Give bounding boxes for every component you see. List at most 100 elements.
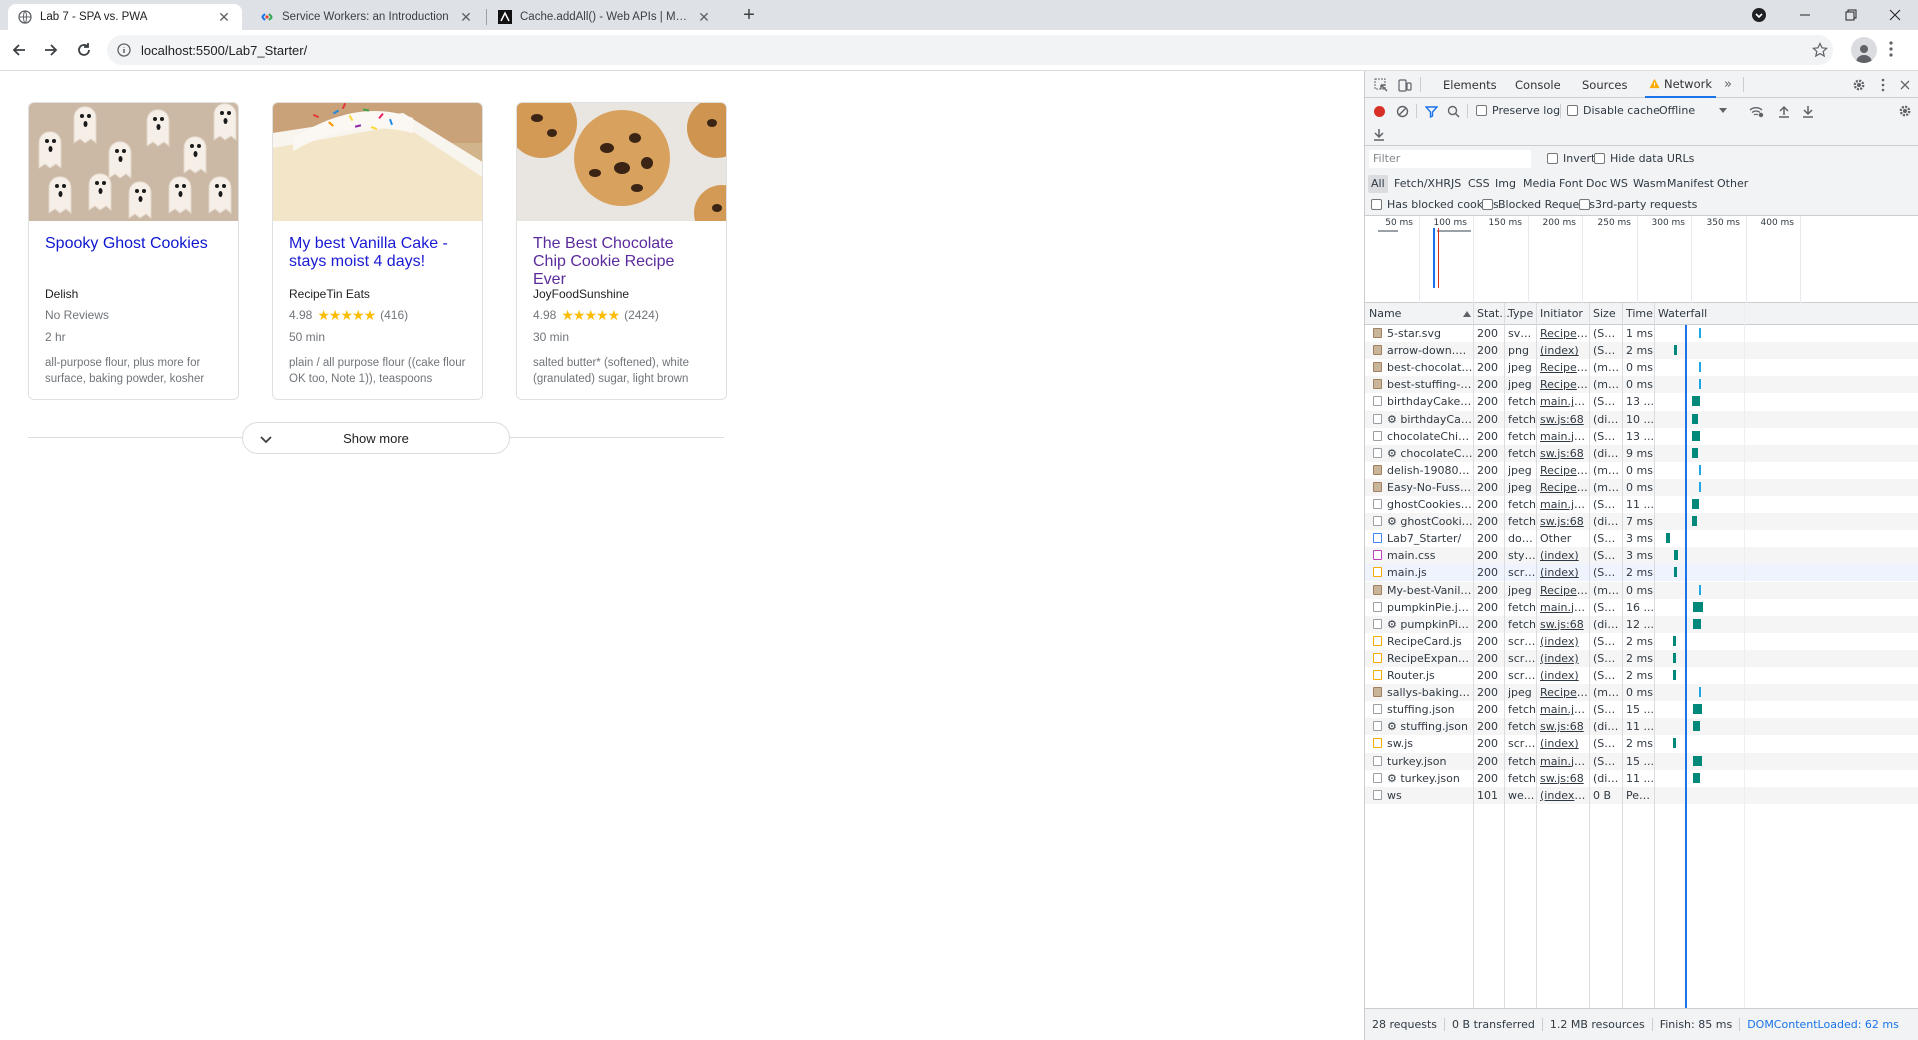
request-initiator[interactable]: Other [1540,530,1588,547]
column-time[interactable]: Time [1626,303,1653,325]
request-row[interactable]: ghostCookies.json 200 fetch main.js:84 (Ser.… [1365,496,1918,513]
request-initiator[interactable]: main.js:84 [1540,599,1588,616]
hide-data-urls-checkbox[interactable]: Hide data URLs [1594,152,1694,165]
recipe-image-chocolate-chip[interactable] [517,103,726,221]
restore-button[interactable] [1828,0,1874,30]
request-name[interactable]: ⚙ birthdayCake.j... [1387,411,1473,428]
filter-type-manifest[interactable]: Manifest [1664,175,1717,193]
filter-type-img[interactable]: Img [1492,175,1519,193]
kebab-menu-icon[interactable] [1888,39,1894,62]
request-initiator[interactable]: (index) [1540,735,1588,752]
request-initiator[interactable]: (index) [1540,342,1588,359]
device-toggle-icon[interactable] [1397,77,1413,93]
settings-gear-icon[interactable] [1851,77,1867,93]
more-tabs-icon[interactable]: » [1721,76,1735,92]
request-row[interactable]: pumpkinPie.json 200 fetch main.js:84 (Ser...… [1365,599,1918,616]
recipe-card[interactable]: Spooky Ghost Cookies Delish No Reviews 2… [28,102,239,400]
tab-lab7[interactable]: Lab 7 - SPA vs. PWA ✕ [8,4,242,30]
request-row[interactable]: ⚙ turkey.json 200 fetch sw.js:68 (dis... 11 .… [1365,770,1918,787]
tab-network[interactable]: Network [1645,71,1717,98]
filter-type-font[interactable]: Font [1556,175,1586,193]
request-initiator[interactable]: (index) [1540,667,1588,684]
request-row[interactable]: ⚙ birthdayCake.j... 200 fetch sw.js:68 (dis.… [1365,410,1918,428]
column-waterfall[interactable]: Waterfall [1658,303,1707,325]
request-initiator[interactable]: RecipeC... [1540,479,1588,496]
request-name[interactable]: chocolateChip.json [1387,428,1473,445]
third-party-checkbox[interactable]: 3rd-party requests [1579,198,1697,211]
kebab-menu-icon[interactable] [1877,77,1889,93]
request-name[interactable]: My-best-Vanilla-... [1387,582,1473,599]
request-name[interactable]: Easy-No-Fuss-Th... [1387,479,1473,496]
filter-type-js[interactable]: JS [1448,175,1464,193]
request-name[interactable]: turkey.json [1387,753,1473,770]
request-name[interactable]: ⚙ stuffing.json [1387,718,1473,735]
request-row[interactable]: 5-star.svg 200 svg... RecipeC... (Ser... 1 ms [1365,325,1918,342]
request-initiator[interactable]: (index):63 [1540,787,1588,804]
filter-type-css[interactable]: CSS [1465,175,1493,193]
tab-sources[interactable]: Sources [1582,71,1628,98]
request-name[interactable]: RecipeCard.js [1387,633,1473,650]
checkbox-box[interactable] [1547,153,1558,164]
request-name[interactable]: ghostCookies.json [1387,496,1473,513]
request-row[interactable]: My-best-Vanilla-... 200 jpeg RecipeC... (me.… [1365,581,1918,599]
request-initiator[interactable]: sw.js:68 [1540,513,1588,530]
request-initiator[interactable]: sw.js:68 [1540,411,1588,428]
network-settings-gear-icon[interactable] [1897,103,1913,119]
request-initiator[interactable]: main.js:84 [1540,428,1588,445]
request-name[interactable]: stuffing.json [1387,701,1473,718]
request-initiator[interactable]: sw.js:68 [1540,718,1588,735]
recipe-card[interactable]: The Best Chocolate Chip Cookie Recipe Ev… [516,102,727,400]
request-initiator[interactable]: RecipeC... [1540,582,1588,599]
close-tab-icon[interactable]: ✕ [458,9,474,26]
request-initiator[interactable]: main.js:84 [1540,393,1588,410]
request-initiator[interactable]: main.js:84 [1540,753,1588,770]
filter-input[interactable]: Filter [1369,150,1531,168]
column-type[interactable]: Type [1508,303,1533,325]
request-row[interactable]: RecipeExpand.js 200 script (index) (Ser... 2 … [1365,649,1918,667]
throttling-select[interactable]: Offline [1659,104,1739,117]
request-name[interactable]: best-chocolate-c... [1387,359,1473,376]
request-row[interactable]: arrow-down.png 200 png (index) (Ser... 2 ms [1365,342,1918,360]
request-initiator[interactable]: RecipeC... [1540,684,1588,701]
request-row[interactable]: turkey.json 200 fetch main.js:84 (Ser... 15 .… [1365,752,1918,770]
show-more-button[interactable]: Show more [242,422,510,454]
request-name[interactable]: ws [1387,787,1473,804]
has-blocked-cookies-checkbox[interactable]: Has blocked cookies [1371,198,1499,211]
request-initiator[interactable]: RecipeC... [1540,462,1588,479]
column-size[interactable]: Size [1593,303,1616,325]
request-initiator[interactable]: sw.js:68 [1540,616,1588,633]
request-row[interactable]: Easy-No-Fuss-Th... 200 jpeg RecipeC... (me..… [1365,478,1918,496]
minimize-button[interactable] [1782,0,1828,30]
record-icon[interactable] [1371,103,1387,119]
request-name[interactable]: Router.js [1387,667,1473,684]
network-conditions-icon[interactable] [1748,103,1764,119]
checkbox-box[interactable] [1579,199,1590,210]
request-initiator[interactable]: (index) [1540,633,1588,650]
request-name[interactable]: ⚙ pumpkinPie.json [1387,616,1473,633]
request-row[interactable]: ws 101 we... (index):63 0 B Pen... [1365,786,1918,804]
request-name[interactable]: RecipeExpand.js [1387,650,1473,667]
reload-button[interactable] [71,37,97,63]
recipe-image-vanilla-cake[interactable] [273,103,482,221]
request-row[interactable]: main.css 200 styl... (index) (Ser... 3 ms [1365,547,1918,565]
request-name[interactable]: main.css [1387,547,1473,564]
request-row[interactable]: main.js 200 script (index) (Ser... 2 ms [1365,564,1918,582]
invert-checkbox[interactable]: Invert [1547,152,1595,165]
request-name[interactable]: ⚙ chocolateChip.... [1387,445,1473,462]
import-har-icon[interactable] [1776,103,1792,119]
filter-type-other[interactable]: Other [1714,175,1751,193]
preserve-log-checkbox[interactable]: Preserve log [1476,104,1560,117]
new-tab-button[interactable]: + [738,4,760,28]
request-name[interactable]: sallys-baking-ad... [1387,684,1473,701]
request-name[interactable]: birthdayCake.json [1387,393,1473,410]
close-window-button[interactable] [1872,0,1918,30]
sort-ascending-icon[interactable] [1463,311,1471,317]
close-tab-icon[interactable]: ✕ [696,9,712,26]
request-name[interactable]: arrow-down.png [1387,342,1473,359]
close-tab-icon[interactable]: ✕ [216,9,232,26]
back-button[interactable] [6,37,32,63]
request-name[interactable]: delish-190807-g... [1387,462,1473,479]
request-initiator[interactable]: RecipeC... [1540,359,1588,376]
request-name[interactable]: best-stuffing-12.j... [1387,376,1473,393]
bookmark-star-icon[interactable] [1812,42,1828,61]
